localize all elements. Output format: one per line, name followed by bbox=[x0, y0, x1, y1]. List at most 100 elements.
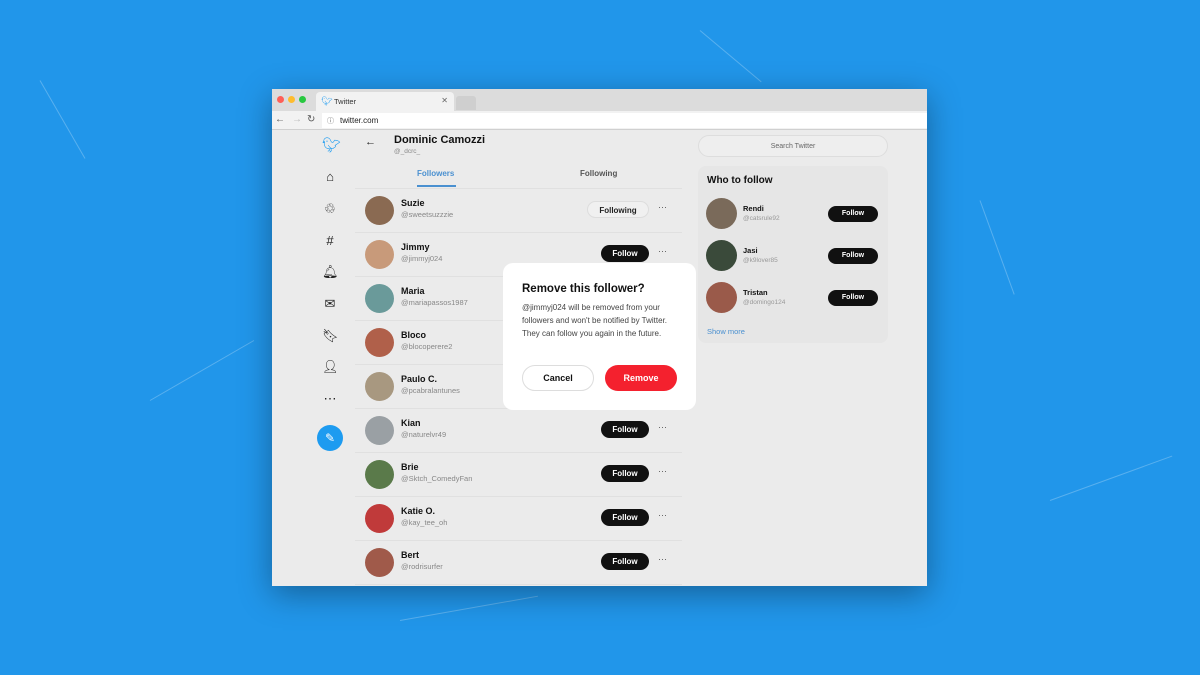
explore-hashtag-icon[interactable]: # bbox=[322, 233, 338, 249]
follower-name: Brie bbox=[401, 462, 419, 472]
follower-row[interactable]: Brie @Sktch_ComedyFan Follow ··· bbox=[355, 453, 682, 497]
follow-button[interactable]: Follow bbox=[601, 245, 649, 262]
avatar[interactable] bbox=[706, 198, 737, 229]
dialog-title: Remove this follower? bbox=[522, 283, 645, 295]
close-window-button[interactable] bbox=[277, 96, 284, 103]
follower-name: Bert bbox=[401, 550, 420, 560]
avatar[interactable] bbox=[365, 284, 394, 313]
more-options-icon[interactable]: ··· bbox=[658, 202, 667, 212]
more-options-icon[interactable]: ··· bbox=[658, 422, 667, 432]
messages-mail-icon[interactable]: ✉ bbox=[322, 296, 338, 312]
follow-button[interactable]: Follow bbox=[601, 465, 649, 482]
bookmark-icon[interactable]: 🔖︎ bbox=[322, 328, 339, 344]
notifications-bell-icon[interactable]: 🔔︎ bbox=[322, 264, 339, 280]
close-tab-icon[interactable]: ✕ bbox=[441, 96, 448, 105]
follower-name: Suzie bbox=[401, 198, 425, 208]
avatar[interactable] bbox=[365, 548, 394, 577]
more-options-icon[interactable]: ··· bbox=[658, 246, 667, 256]
follower-row[interactable]: Bert @rodrisurfer Follow ··· bbox=[355, 541, 682, 585]
avatar[interactable] bbox=[706, 282, 737, 313]
browser-tab[interactable]: 🐦︎ Twitter ✕ bbox=[316, 92, 454, 111]
avatar[interactable] bbox=[706, 240, 737, 271]
avatar[interactable] bbox=[365, 504, 394, 533]
back-arrow-icon[interactable]: ← bbox=[365, 136, 376, 148]
avatar[interactable] bbox=[365, 196, 394, 225]
browser-window: 🐦︎ Twitter ✕ ← → ↻ ⓘ twitter.com 🐦︎ ⌂ ♲ … bbox=[272, 89, 927, 586]
follower-handle: @pcabralantunes bbox=[401, 386, 460, 395]
tab-bar: 🐦︎ Twitter ✕ bbox=[272, 89, 927, 111]
twitter-favicon-icon: 🐦︎ bbox=[321, 96, 333, 106]
suggestion-row[interactable]: Tristan @domingo124 Follow bbox=[698, 278, 888, 318]
remove-follower-dialog: Remove this follower? @jimmyj024 will be… bbox=[503, 263, 696, 410]
suggestion-row[interactable]: Jasi @k9lover85 Follow bbox=[698, 236, 888, 276]
profile-handle: @_dcrc_ bbox=[394, 148, 421, 155]
follow-button[interactable]: Follow bbox=[828, 206, 878, 222]
follower-name: Jimmy bbox=[401, 242, 430, 252]
info-icon: ⓘ bbox=[327, 118, 334, 125]
show-more-link[interactable]: Show more bbox=[707, 327, 745, 336]
divider bbox=[355, 584, 682, 585]
suggestion-handle: @catsrule92 bbox=[743, 215, 780, 222]
back-icon[interactable]: ← bbox=[275, 114, 285, 125]
home-icon[interactable]: ⌂ bbox=[322, 169, 338, 185]
follow-button[interactable]: Follow bbox=[601, 553, 649, 570]
avatar[interactable] bbox=[365, 416, 394, 445]
follower-name: Bloco bbox=[401, 330, 427, 340]
right-sidebar: Search Twitter Who to follow Rendi @cats… bbox=[698, 135, 888, 343]
who-to-follow-title: Who to follow bbox=[707, 175, 773, 186]
follower-handle: @kay_tee_oh bbox=[401, 518, 448, 527]
suggestion-name: Tristan bbox=[743, 288, 768, 297]
url-field[interactable]: ⓘ twitter.com bbox=[322, 113, 927, 128]
active-tab-indicator bbox=[417, 185, 456, 187]
avatar[interactable] bbox=[365, 372, 394, 401]
more-circle-icon[interactable]: ⋯ bbox=[322, 391, 338, 407]
follower-handle: @rodrisurfer bbox=[401, 562, 443, 571]
tab-title: Twitter bbox=[334, 97, 357, 106]
followers-column: ← Dominic Camozzi @_dcrc_ Followers Foll… bbox=[355, 130, 696, 586]
communities-icon[interactable]: ♲ bbox=[322, 201, 338, 217]
new-tab-button[interactable] bbox=[456, 96, 476, 110]
follower-handle: @sweetsuzzzie bbox=[401, 210, 454, 219]
cancel-button[interactable]: Cancel bbox=[522, 365, 594, 391]
follower-row[interactable]: Suzie @sweetsuzzzie Following ··· bbox=[355, 189, 682, 233]
follower-row[interactable]: Katie O. @kay_tee_oh Follow ··· bbox=[355, 497, 682, 541]
who-to-follow-panel: Who to follow Rendi @catsrule92 Follow J… bbox=[698, 166, 888, 343]
follow-button[interactable]: Follow bbox=[828, 248, 878, 264]
twitter-page: 🐦︎ ⌂ ♲ # 🔔︎ ✉ 🔖︎ 👤︎ ⋯ ✎ ← Dominic Camozz… bbox=[272, 130, 927, 586]
suggestion-handle: @domingo124 bbox=[743, 299, 786, 306]
twitter-bird-icon[interactable]: 🐦︎ bbox=[322, 138, 341, 154]
suggestion-name: Rendi bbox=[743, 204, 764, 213]
avatar[interactable] bbox=[365, 328, 394, 357]
follow-button[interactable]: Follow bbox=[601, 509, 649, 526]
follower-row[interactable]: Kian @naturelvr49 Follow ··· bbox=[355, 409, 682, 453]
search-input[interactable]: Search Twitter bbox=[698, 135, 888, 157]
avatar[interactable] bbox=[365, 460, 394, 489]
maximize-window-button[interactable] bbox=[299, 96, 306, 103]
follow-button[interactable]: Follow bbox=[828, 290, 878, 306]
minimize-window-button[interactable] bbox=[288, 96, 295, 103]
follow-button[interactable]: Follow bbox=[601, 421, 649, 438]
suggestion-handle: @k9lover85 bbox=[743, 257, 778, 264]
suggestion-row[interactable]: Rendi @catsrule92 Follow bbox=[698, 194, 888, 234]
more-options-icon[interactable]: ··· bbox=[658, 510, 667, 520]
follower-handle: @Sktch_ComedyFan bbox=[401, 474, 473, 483]
tab-followers[interactable]: Followers bbox=[417, 169, 454, 178]
follower-name: Paulo C. bbox=[401, 374, 438, 384]
follower-handle: @jimmyj024 bbox=[401, 254, 443, 263]
follower-handle: @mariapassos1987 bbox=[401, 298, 468, 307]
follower-handle: @blocoperere2 bbox=[401, 342, 453, 351]
avatar[interactable] bbox=[365, 240, 394, 269]
follower-handle: @naturelvr49 bbox=[401, 430, 447, 439]
follower-name: Maria bbox=[401, 286, 425, 296]
more-options-icon[interactable]: ··· bbox=[658, 554, 667, 564]
reload-icon[interactable]: ↻ bbox=[307, 114, 315, 125]
url-text: twitter.com bbox=[340, 116, 379, 125]
remove-button[interactable]: Remove bbox=[605, 365, 677, 391]
tab-following[interactable]: Following bbox=[580, 169, 617, 178]
more-options-icon[interactable]: ··· bbox=[658, 466, 667, 476]
profile-icon[interactable]: 👤︎ bbox=[322, 359, 339, 375]
following-button[interactable]: Following bbox=[587, 201, 649, 218]
forward-icon[interactable]: → bbox=[292, 114, 302, 125]
compose-tweet-icon[interactable]: ✎ bbox=[317, 425, 343, 451]
follower-name: Katie O. bbox=[401, 506, 436, 516]
